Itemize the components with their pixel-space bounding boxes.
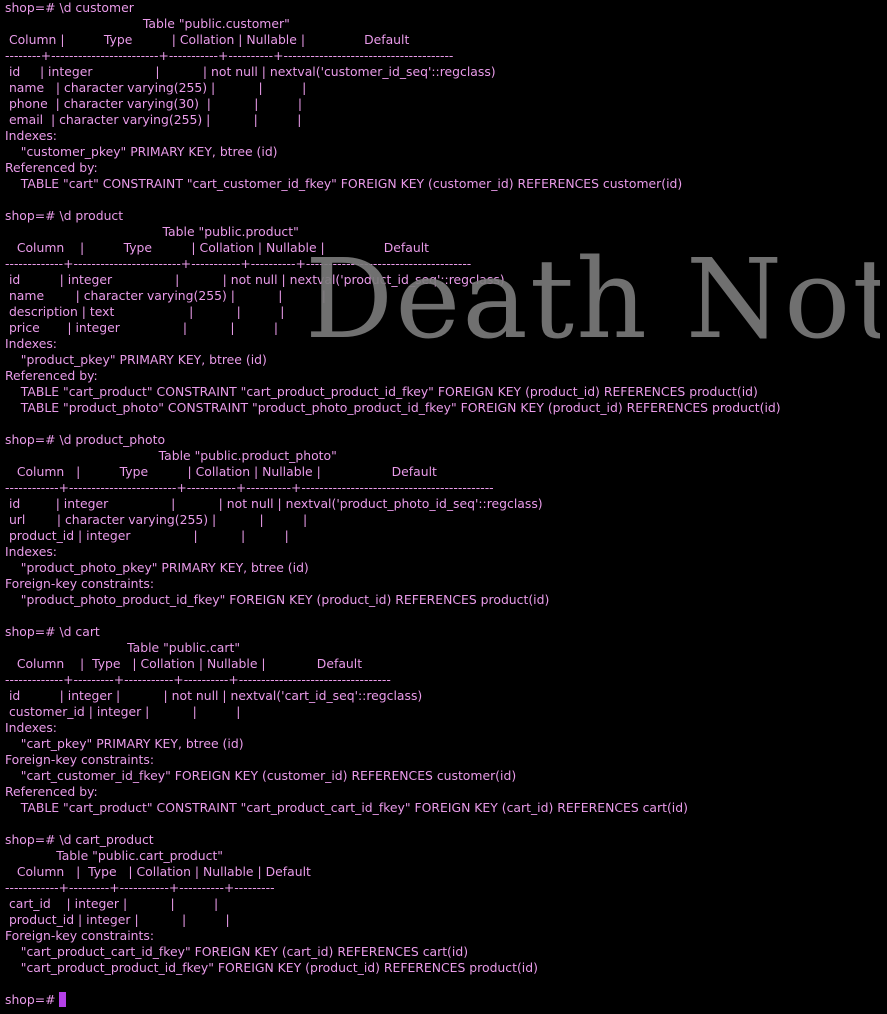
terminal-line: Indexes: [5, 128, 57, 143]
terminal-line: product_id | integer | | | [5, 912, 230, 927]
terminal-line: Column | Type | Collation | Nullable | D… [5, 864, 311, 879]
terminal-line: TABLE "cart_product" CONSTRAINT "cart_pr… [5, 384, 758, 399]
terminal-line: Foreign-key constraints: [5, 928, 155, 943]
terminal-line: description | text | | | [5, 304, 285, 319]
terminal-line: id | integer | | not null | nextval('cus… [5, 64, 496, 79]
terminal-line: Table "public.product" [5, 224, 299, 239]
terminal-line: --------+------------------------+------… [5, 48, 454, 63]
terminal-line: Column | Type | Collation | Nullable | D… [5, 656, 363, 671]
terminal-line: "product_pkey" PRIMARY KEY, btree (id) [5, 352, 267, 367]
terminal-line: id | integer | | not null | nextval('pro… [5, 496, 543, 511]
terminal-line: "product_photo_product_id_fkey" FOREIGN … [5, 592, 550, 607]
terminal-output: shop=# \d customer Table "public.custome… [5, 0, 887, 992]
terminal-line: name | character varying(255) | | | [5, 80, 307, 95]
cursor [59, 992, 67, 1007]
terminal-line: Column | Type | Collation | Nullable | D… [5, 240, 430, 255]
terminal-line: Table "public.cart" [5, 640, 241, 655]
terminal-line: cart_id | integer | | | [5, 896, 219, 911]
terminal-prompt-line[interactable]: shop=# [5, 992, 887, 1008]
terminal-line: Referenced by: [5, 368, 98, 383]
terminal-line: Indexes: [5, 336, 57, 351]
terminal-line: ------------+------------------------+--… [5, 480, 494, 495]
terminal-line: shop=# \d product [5, 208, 124, 223]
terminal-line: Referenced by: [5, 784, 98, 799]
terminal-line: Foreign-key constraints: [5, 752, 155, 767]
terminal-line: TABLE "cart" CONSTRAINT "cart_customer_i… [5, 176, 683, 191]
terminal-line: "product_photo_pkey" PRIMARY KEY, btree … [5, 560, 309, 575]
terminal-window[interactable]: shop=# \d customer Table "public.custome… [0, 0, 887, 1014]
terminal-line: id | integer | | not null | nextval('car… [5, 688, 423, 703]
terminal-line: "cart_customer_id_fkey" FOREIGN KEY (cus… [5, 768, 517, 783]
terminal-line: "cart_pkey" PRIMARY KEY, btree (id) [5, 736, 244, 751]
terminal-line: Foreign-key constraints: [5, 576, 155, 591]
terminal-line: Table "public.customer" [5, 16, 290, 31]
terminal-line: TABLE "cart_product" CONSTRAINT "cart_pr… [5, 800, 688, 815]
terminal-line: phone | character varying(30) | | | [5, 96, 303, 111]
terminal-line: Column | Type | Collation | Nullable | D… [5, 464, 437, 479]
terminal-line: "cart_product_product_id_fkey" FOREIGN K… [5, 960, 538, 975]
terminal-line: Indexes: [5, 720, 57, 735]
terminal-line: shop=# \d product_photo [5, 432, 166, 447]
terminal-line: shop=# \d cart [5, 624, 100, 639]
terminal-line: ------------+---------+-----------+-----… [5, 880, 275, 895]
terminal-line: id | integer | | not null | nextval('pro… [5, 272, 505, 287]
terminal-line: name | character varying(255) | | | [5, 288, 326, 303]
terminal-line: customer_id | integer | | | [5, 704, 241, 719]
terminal-line: -------------+------------------------+-… [5, 256, 472, 271]
terminal-line: TABLE "product_photo" CONSTRAINT "produc… [5, 400, 781, 415]
terminal-line: shop=# \d cart_product [5, 832, 154, 847]
terminal-line: "cart_product_cart_id_fkey" FOREIGN KEY … [5, 944, 469, 959]
terminal-line: price | integer | | | [5, 320, 279, 335]
terminal-line: shop=# \d customer [5, 0, 134, 15]
terminal-line: Referenced by: [5, 160, 98, 175]
terminal-line: Column | Type | Collation | Nullable | D… [5, 32, 410, 47]
terminal-line: product_id | integer | | | [5, 528, 289, 543]
prompt: shop=# [5, 992, 60, 1007]
terminal-line: -------------+---------+-----------+----… [5, 672, 391, 687]
terminal-line: url | character varying(255) | | | [5, 512, 308, 527]
terminal-line: "customer_pkey" PRIMARY KEY, btree (id) [5, 144, 278, 159]
terminal-line: email | character varying(255) | | | [5, 112, 302, 127]
terminal-line: Table "public.cart_product" [5, 848, 224, 863]
terminal-line: Indexes: [5, 544, 57, 559]
terminal-line: Table "public.product_photo" [5, 448, 337, 463]
